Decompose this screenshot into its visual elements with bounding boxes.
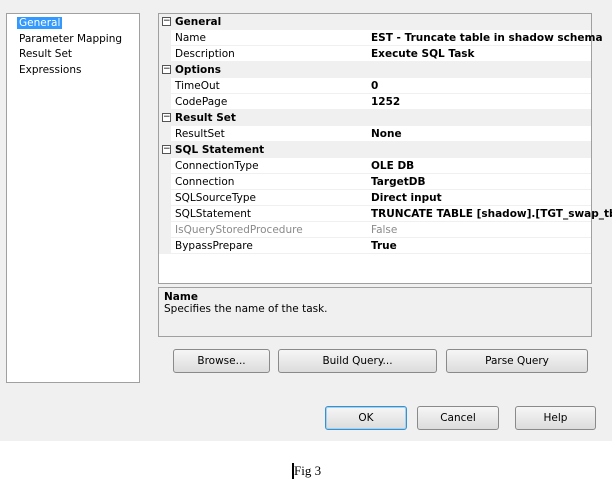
collapse-icon[interactable]: − (162, 17, 171, 26)
nav-item-label: Parameter Mapping (19, 32, 123, 45)
property-value[interactable]: OLE DB (371, 158, 414, 174)
property-value[interactable]: TRUNCATE TABLE [shadow].[TGT_swap_tbl] (371, 206, 612, 222)
property-row-codepage[interactable]: CodePage 1252 (159, 94, 591, 110)
property-label: SQL Statement (175, 144, 265, 156)
property-value[interactable]: TargetDB (371, 174, 425, 190)
property-value[interactable]: None (371, 126, 402, 142)
parse-query-button[interactable]: Parse Query (446, 349, 588, 373)
property-label: Connection (175, 176, 235, 188)
property-row-connection[interactable]: Connection TargetDB (159, 174, 591, 190)
property-value[interactable]: EST - Truncate table in shadow schema (371, 30, 603, 46)
collapse-icon[interactable]: − (162, 145, 171, 154)
property-row-isquerystoredprocedure[interactable]: IsQueryStoredProcedure False (159, 222, 591, 238)
property-label: SQLSourceType (175, 192, 256, 204)
nav-item-parameter-mapping[interactable]: Parameter Mapping (17, 32, 139, 48)
property-label: General (175, 16, 222, 28)
property-description-panel: Name Specifies the name of the task. (158, 287, 592, 337)
nav-item-expressions[interactable]: Expressions (17, 63, 139, 79)
property-label: BypassPrepare (175, 240, 253, 252)
nav-item-label: Result Set (19, 48, 73, 60)
property-row-connectiontype[interactable]: ConnectionType OLE DB (159, 158, 591, 174)
property-label: IsQueryStoredProcedure (175, 224, 303, 236)
category-result-set[interactable]: − Result Set (159, 110, 591, 126)
property-row-name[interactable]: Name EST - Truncate table in shadow schem… (159, 30, 603, 46)
property-row-description[interactable]: Description Execute SQL Task (159, 46, 591, 62)
property-label: Result Set (175, 112, 236, 124)
property-label: ConnectionType (175, 160, 259, 172)
property-label: CodePage (175, 96, 228, 108)
ok-button[interactable]: OK (325, 406, 407, 430)
property-label: SQLStatement (175, 208, 252, 220)
property-label: Name (175, 32, 206, 44)
page-navigation-list: General Parameter Mapping Result Set Expres… (6, 13, 140, 383)
property-row-bypassprepare[interactable]: BypassPrepare True (159, 238, 591, 254)
help-button[interactable]: Help (515, 406, 596, 430)
property-row-sqlsourcetype[interactable]: SQLSourceType Direct input (159, 190, 591, 206)
property-value[interactable]: True (371, 238, 397, 254)
property-row-timeout[interactable]: TimeOut 0 (159, 78, 591, 94)
nav-item-general[interactable]: General (17, 16, 139, 32)
property-value[interactable]: Direct input (371, 190, 442, 206)
collapse-icon[interactable]: − (162, 65, 171, 74)
property-label: Options (175, 64, 221, 76)
build-query-button[interactable]: Build Query... (278, 349, 437, 373)
category-general[interactable]: − General (159, 14, 591, 30)
cancel-button[interactable]: Cancel (417, 406, 499, 430)
property-label: TimeOut (175, 80, 220, 92)
description-text: Specifies the name of the task. (164, 303, 328, 315)
property-grid: − General Name EST - Truncate table in shad… (158, 13, 612, 284)
property-value[interactable]: False (371, 222, 397, 238)
property-label: ResultSet (175, 128, 225, 140)
browse-button[interactable]: Browse... (173, 349, 270, 373)
nav-item-label: Expressions (19, 63, 82, 76)
property-value[interactable]: 0 (371, 78, 378, 94)
execute-sql-task-editor-dialog: General Parameter Mapping Result Set Expres… (0, 0, 612, 441)
figure-caption: Fig 3 (292, 463, 322, 479)
property-label: Description (175, 48, 235, 60)
property-row-resultset[interactable]: ResultSet None (159, 126, 591, 142)
property-row-sqlstatement[interactable]: SQLStatement TRUNCATE TABLE [shadow].[TGT… (159, 206, 612, 222)
nav-item-result-set[interactable]: Result Set (17, 47, 139, 63)
property-value[interactable]: Execute SQL Task (371, 46, 475, 62)
collapse-icon[interactable]: − (162, 113, 171, 122)
nav-item-label: General (17, 17, 63, 29)
description-title: Name (164, 291, 198, 303)
category-options[interactable]: − Options (159, 62, 591, 78)
category-sql-statement[interactable]: − SQL Statement (159, 142, 591, 158)
property-value[interactable]: 1252 (371, 94, 400, 110)
